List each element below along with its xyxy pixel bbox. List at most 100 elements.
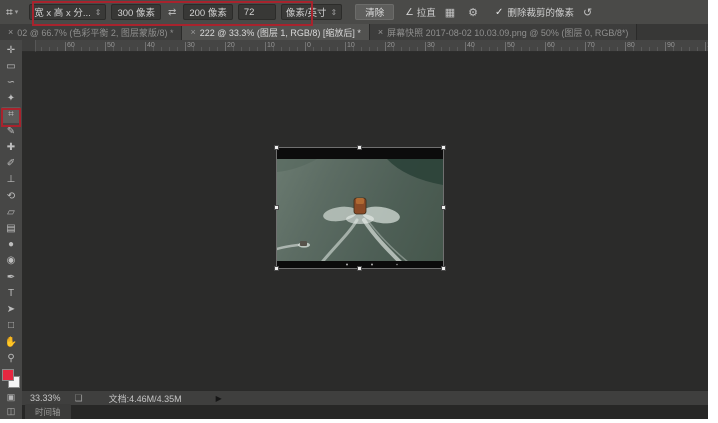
ruler-tick-label: 30 [427,42,435,49]
crop-handle[interactable] [441,205,446,210]
stepper-icon: ⇕ [331,8,338,17]
crop-resolution-input[interactable]: 72 [238,4,276,20]
stepper-icon: ⇕ [95,8,102,17]
document-tab[interactable]: × 222 @ 33.3% (图层 1, RGB/8) [缩放后] * [182,24,369,40]
crop-aspect-preset-select[interactable]: 宽 x 高 x 分... ⇕ [29,4,106,20]
zoom-tool[interactable]: ⚲ [1,350,21,366]
crop-handle[interactable] [274,205,279,210]
document-tab-label: 屏幕快照 2017-08-02 10.03.09.png @ 50% (图层 0… [387,26,628,39]
tab-timeline[interactable]: 时间轴 [25,404,71,419]
crop-handle[interactable] [274,145,279,150]
close-tab-icon[interactable]: × [8,27,13,37]
healing-brush-tool[interactable]: ✚ [1,139,21,155]
crop-handle[interactable] [441,266,446,271]
pen-tool[interactable]: ✒ [1,269,21,285]
dodge-tool[interactable]: ◉ [1,253,21,269]
checkmark-icon: ✓ [495,7,503,18]
chevron-down-icon: ▾ [15,8,19,16]
ruler-tick-label: 100 [707,42,708,49]
ruler-tick-label: 20 [227,42,235,49]
image-document[interactable] [277,148,443,268]
ruler-tick-label: 50 [507,42,515,49]
crop-handle[interactable] [274,266,279,271]
straighten-button[interactable]: ∠ 拉直 [405,5,436,19]
history-brush-tool[interactable]: ⟲ [1,188,21,204]
crop-handle[interactable] [357,266,362,271]
ruler-tick-label: 20 [387,42,395,49]
delete-cropped-pixels-checkbox[interactable]: ✓ 删除裁剪的像素 [495,5,574,19]
ruler-tick-label: 80 [627,42,635,49]
shape-tool[interactable]: □ [1,318,21,334]
marquee-tool[interactable]: ▭ [1,58,21,74]
clone-stamp-tool[interactable]: ⊥ [1,172,21,188]
straighten-label: 拉直 [417,5,436,19]
ruler-origin-corner [22,40,36,52]
document-tab[interactable]: × 02 @ 66.7% (色彩平衡 2, 图层蒙版/8) * [0,24,182,40]
crop-resolution-value: 72 [244,7,255,18]
eyedropper-tool[interactable]: ✎ [1,123,21,139]
straighten-icon: ∠ [405,7,414,18]
crop-handle[interactable] [441,145,446,150]
delete-cropped-pixels-label: 删除裁剪的像素 [507,5,574,19]
ruler-tick-label: 10 [267,42,275,49]
photoshop-window: ⌗ ▾ 宽 x 高 x 分... ⇕ 300 像素 ⇄ 200 像素 72 像素… [0,0,708,419]
swap-dimensions-icon[interactable]: ⇄ [166,7,178,18]
color-swatches[interactable] [1,369,21,390]
crop-tool[interactable]: ⌗ [1,107,21,123]
document-icon: ❏ [75,393,83,404]
ruler-tick-label: 60 [67,42,75,49]
document-tab-label: 02 @ 66.7% (色彩平衡 2, 图层蒙版/8) * [17,26,173,39]
brush-tool[interactable]: ✐ [1,156,21,172]
quick-mask-button[interactable]: ▣ [1,390,21,404]
crop-width-input[interactable]: 300 像素 [111,4,161,20]
resolution-unit-select[interactable]: 像素/英寸 ⇕ [281,4,342,20]
document-tab[interactable]: × 屏幕快照 2017-08-02 10.03.09.png @ 50% (图层 … [370,24,638,40]
close-tab-icon[interactable]: × [190,27,195,37]
screen-mode-button[interactable]: ◫ [1,405,21,419]
ruler-tick-label: 0 [307,42,311,49]
eraser-tool[interactable]: ▱ [1,204,21,220]
status-menu-arrow-icon[interactable]: ▶ [216,394,222,403]
gear-icon[interactable]: ⚙ [464,6,482,19]
ruler-tick-label: 50 [107,42,115,49]
status-bar: 33.33% ❏ 文档:4.46M/4.35M ▶ [22,390,708,405]
zoom-level-field[interactable]: 33.33% [30,393,61,403]
foreground-color-swatch[interactable] [2,369,14,381]
ruler-tick-label: 40 [467,42,475,49]
ruler-tick-label: 90 [667,42,675,49]
path-selection-tool[interactable]: ➤ [1,302,21,318]
lasso-tool[interactable]: ∽ [1,74,21,90]
ruler-tick-label: 30 [187,42,195,49]
clear-button-label: 清除 [365,5,384,19]
bottom-panel-strip: 时间轴 [0,405,708,419]
quick-selection-tool[interactable]: ✦ [1,91,21,107]
blur-tool[interactable]: ● [1,237,21,253]
screenshot-page: ⌗ ▾ 宽 x 高 x 分... ⇕ 300 像素 ⇄ 200 像素 72 像素… [0,0,718,423]
crop-width-value: 300 像素 [117,5,155,19]
move-tool[interactable]: ✛ [1,42,21,58]
resolution-unit-value: 像素/英寸 [286,5,327,19]
crop-aspect-preset-value: 宽 x 高 x 分... [34,5,90,19]
crop-tool-icon: ⌗ [6,5,13,20]
reset-icon[interactable]: ↺ [579,6,596,19]
ruler-tick-label: 60 [547,42,555,49]
ruler-tick-label: 40 [147,42,155,49]
close-tab-icon[interactable]: × [378,27,383,37]
document-size-info: 文档:4.46M/4.35M [109,392,182,405]
crop-height-input[interactable]: 200 像素 [183,4,233,20]
gradient-tool[interactable]: ▤ [1,220,21,236]
clear-button[interactable]: 清除 [355,4,394,20]
type-tool[interactable]: T [1,285,21,301]
crop-options-bar: ⌗ ▾ 宽 x 高 x 分... ⇕ 300 像素 ⇄ 200 像素 72 像素… [0,0,708,24]
document-tab-label: 222 @ 33.3% (图层 1, RGB/8) [缩放后] * [200,26,361,39]
boat-wake-image [277,148,443,268]
canvas-area[interactable] [22,52,708,390]
hand-tool[interactable]: ✋ [1,334,21,350]
active-tool-badge[interactable]: ⌗ ▾ [6,5,18,20]
crop-handle[interactable] [357,145,362,150]
tool-panel: ✛▭∽✦⌗✎✚✐⊥⟲▱▤●◉✒T➤□✋⚲ ▣◫ [0,40,22,419]
overlay-options-icon[interactable]: ▦ [441,6,459,19]
document-tab-bar: × 02 @ 66.7% (色彩平衡 2, 图层蒙版/8) * × 222 @ 33.… [0,24,708,40]
ruler-tick-label: 10 [347,42,355,49]
horizontal-ruler: 6050403020100102030405060708090100 [22,40,708,52]
